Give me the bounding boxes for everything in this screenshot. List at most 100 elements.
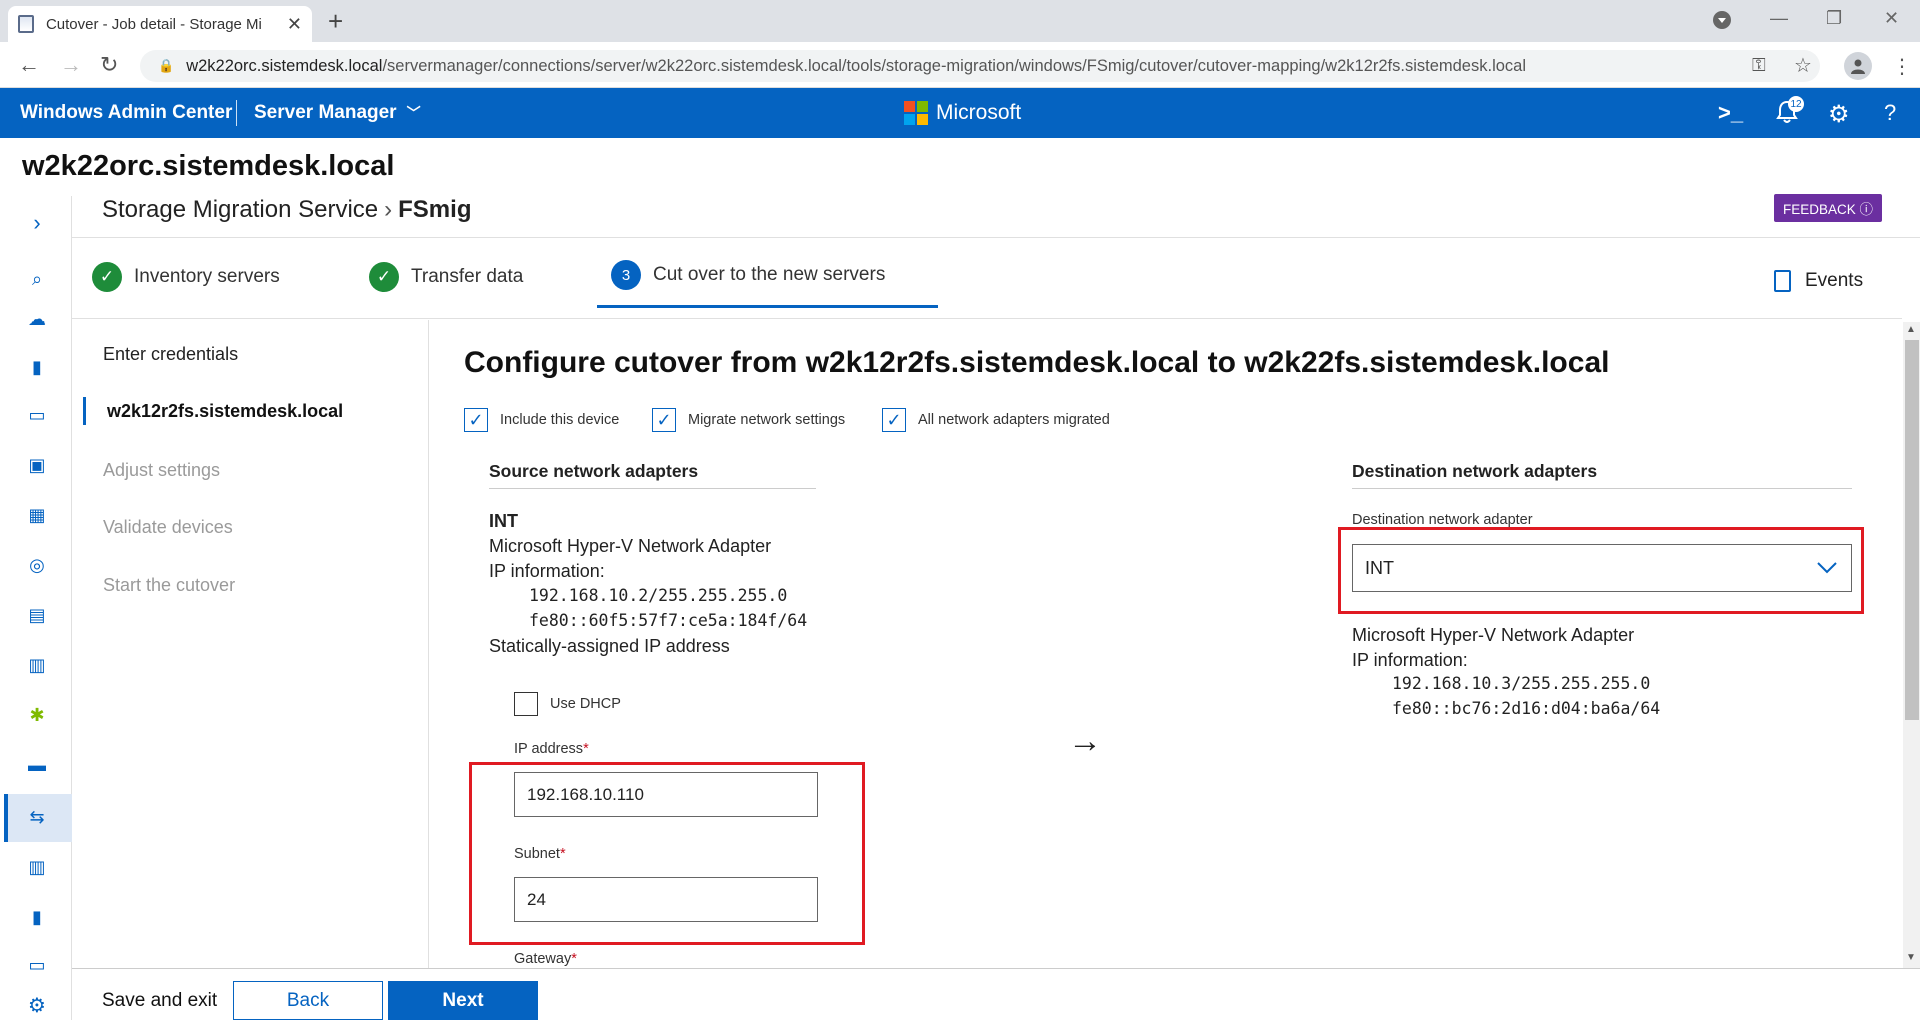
expand-chevron-icon[interactable]: › xyxy=(22,208,52,238)
breadcrumb-root[interactable]: Storage Migration Service xyxy=(102,196,378,223)
page-favicon-icon xyxy=(18,15,34,33)
breadcrumb-current: FSmig xyxy=(398,196,472,223)
migrate-network-checkbox[interactable]: ✓ Migrate network settings xyxy=(652,408,845,432)
tool-menu-button[interactable]: Server Manager ﹀ xyxy=(254,102,421,124)
gateway-label: Gateway* xyxy=(514,951,577,967)
events-label: Events xyxy=(1805,270,1864,291)
divider xyxy=(72,318,1902,319)
substep-nav: Enter credentials w2k12r2fs.sistemdesk.l… xyxy=(72,320,429,970)
storage-migration-icon[interactable]: ⇆ xyxy=(22,802,52,832)
scrollbar-thumb[interactable] xyxy=(1905,340,1919,720)
destination-adapter-dropdown[interactable]: INT xyxy=(1352,544,1852,592)
feedback-button[interactable]: FEEDBACK ⓘ xyxy=(1774,194,1882,222)
save-and-exit-button[interactable]: Save and exit xyxy=(102,990,217,1012)
chevron-down-icon xyxy=(1817,558,1837,579)
source-ipv6: fe80::60f5:57f7:ce5a:184f/64 xyxy=(529,611,808,630)
scroll-down-icon[interactable]: ▼ xyxy=(1906,952,1916,963)
checkmark-circle-icon: ✓ xyxy=(369,262,399,292)
checkbox-label: Use DHCP xyxy=(550,696,621,712)
step-inventory-servers[interactable]: ✓ Inventory servers xyxy=(92,262,280,292)
rail-settings-gear-icon[interactable]: ⚙ xyxy=(22,990,52,1020)
scroll-up-icon[interactable]: ▲ xyxy=(1906,324,1916,335)
chevron-down-icon: ﹀ xyxy=(406,105,421,121)
checkmark-circle-icon: ✓ xyxy=(92,262,122,292)
new-tab-icon[interactable]: + xyxy=(328,6,343,37)
checkbox-checked-icon: ✓ xyxy=(882,408,906,432)
substep-source-server[interactable]: w2k12r2fs.sistemdesk.local xyxy=(107,401,343,422)
checkbox-unchecked-icon xyxy=(514,692,538,716)
step-transfer-data[interactable]: ✓ Transfer data xyxy=(369,262,523,292)
notification-badge: 12 xyxy=(1788,96,1804,112)
url-path: /servermanager/connections/server/w2k22o… xyxy=(382,56,1526,75)
source-adapter-desc: Microsoft Hyper-V Network Adapter xyxy=(489,536,772,556)
network-icon[interactable]: ◎ xyxy=(22,550,52,580)
replica-icon[interactable]: ▥ xyxy=(22,852,52,882)
step-cut-over[interactable]: 3 Cut over to the new servers xyxy=(611,260,885,290)
account-avatar-icon[interactable] xyxy=(1844,52,1872,80)
all-adapters-migrated-checkbox[interactable]: ✓ All network adapters migrated xyxy=(882,408,1110,432)
browser-tab[interactable]: Cutover - Job detail - Storage Mi ✕ xyxy=(8,6,312,42)
destination-section-title: Destination network adapters xyxy=(1352,461,1852,489)
performance-icon[interactable]: ▮ xyxy=(22,352,52,382)
checkbox-label: Include this device xyxy=(500,412,620,428)
source-section-title: Source network adapters xyxy=(489,461,816,489)
tab-close-icon[interactable]: ✕ xyxy=(287,14,302,35)
profile-menu-icon[interactable] xyxy=(1712,10,1732,35)
key-icon[interactable]: ⚿ xyxy=(1752,55,1766,76)
azure-hybrid-icon[interactable]: ☁ xyxy=(22,304,52,334)
next-button[interactable]: Next xyxy=(388,981,538,1020)
app-name[interactable]: Windows Admin Center xyxy=(20,102,232,124)
updates-icon[interactable]: ▮ xyxy=(22,902,52,932)
step-number-badge: 3 xyxy=(611,260,641,290)
source-ipv4: 192.168.10.2/255.255.255.0 xyxy=(529,586,788,605)
microsoft-brand: Microsoft xyxy=(936,101,1022,124)
use-dhcp-checkbox[interactable]: Use DHCP xyxy=(514,692,621,716)
tab-title: Cutover - Job detail - Storage Mi xyxy=(45,15,262,33)
calendar-icon[interactable]: ▥ xyxy=(22,650,52,680)
lock-icon: 🔒 xyxy=(158,58,175,73)
back-arrow-icon[interactable]: ← xyxy=(18,52,40,78)
virtual-machines-icon[interactable]: ▭ xyxy=(22,950,52,980)
devices-icon[interactable]: ▣ xyxy=(22,450,52,480)
page-heading: Configure cutover from w2k12r2fs.sistemd… xyxy=(464,346,1610,379)
wac-header: Windows Admin Center Server Manager ﹀ Mic… xyxy=(0,88,1920,138)
search-icon[interactable]: ⌕ xyxy=(22,264,52,294)
destination-dropdown-label: Destination network adapter xyxy=(1352,512,1533,528)
header-divider xyxy=(236,100,237,126)
browser-menu-icon[interactable]: ⋮ xyxy=(1892,54,1912,79)
url-host: w2k22orc.sistemdesk.local xyxy=(186,56,383,75)
restore-icon[interactable]: ❐ xyxy=(1826,8,1842,29)
storage-icon[interactable]: ▬ xyxy=(22,750,52,780)
substep-active-indicator xyxy=(83,397,86,425)
bookmark-star-icon[interactable]: ☆ xyxy=(1794,53,1812,78)
address-bar[interactable]: 🔒 w2k22orc.sistemdesk.local/servermanage… xyxy=(140,50,1820,82)
step-label: Transfer data xyxy=(411,266,524,287)
notifications-icon[interactable]: 12 xyxy=(1776,96,1804,130)
step-label: Cut over to the new servers xyxy=(653,264,886,285)
active-step-indicator xyxy=(597,305,938,308)
tool-menu-label: Server Manager xyxy=(254,102,397,123)
substep-adjust-settings: Adjust settings xyxy=(103,460,221,480)
reload-icon[interactable]: ↻ xyxy=(100,52,118,78)
powershell-icon[interactable]: >_ xyxy=(1718,100,1743,126)
breadcrumb: Storage Migration Service › FSmig xyxy=(102,196,471,224)
back-button[interactable]: Back xyxy=(233,981,383,1020)
events-button[interactable]: Events xyxy=(1774,270,1863,292)
substep-enter-credentials[interactable]: Enter credentials xyxy=(103,344,238,365)
forward-arrow-icon[interactable]: → xyxy=(60,52,82,78)
overview-icon[interactable]: ▭ xyxy=(22,400,52,430)
window-close-icon[interactable]: ✕ xyxy=(1884,8,1899,29)
settings-gear-icon[interactable]: ⚙ xyxy=(1828,100,1850,129)
destination-ipv6: fe80::bc76:2d16:d04:ba6a/64 xyxy=(1392,699,1661,718)
checkbox-checked-icon: ✓ xyxy=(652,408,676,432)
subnet-input[interactable]: 24 xyxy=(514,877,818,922)
include-device-checkbox[interactable]: ✓ Include this device xyxy=(464,408,619,432)
apps-icon[interactable]: ▦ xyxy=(22,500,52,530)
minimize-icon[interactable]: — xyxy=(1770,8,1788,29)
step-label: Inventory servers xyxy=(134,266,280,287)
files-icon[interactable]: ▤ xyxy=(22,600,52,630)
roles-icon[interactable]: ✱ xyxy=(22,700,52,730)
ip-address-input[interactable]: 192.168.10.110 xyxy=(514,772,818,817)
help-icon[interactable]: ? xyxy=(1884,100,1896,126)
divider xyxy=(72,237,1920,238)
